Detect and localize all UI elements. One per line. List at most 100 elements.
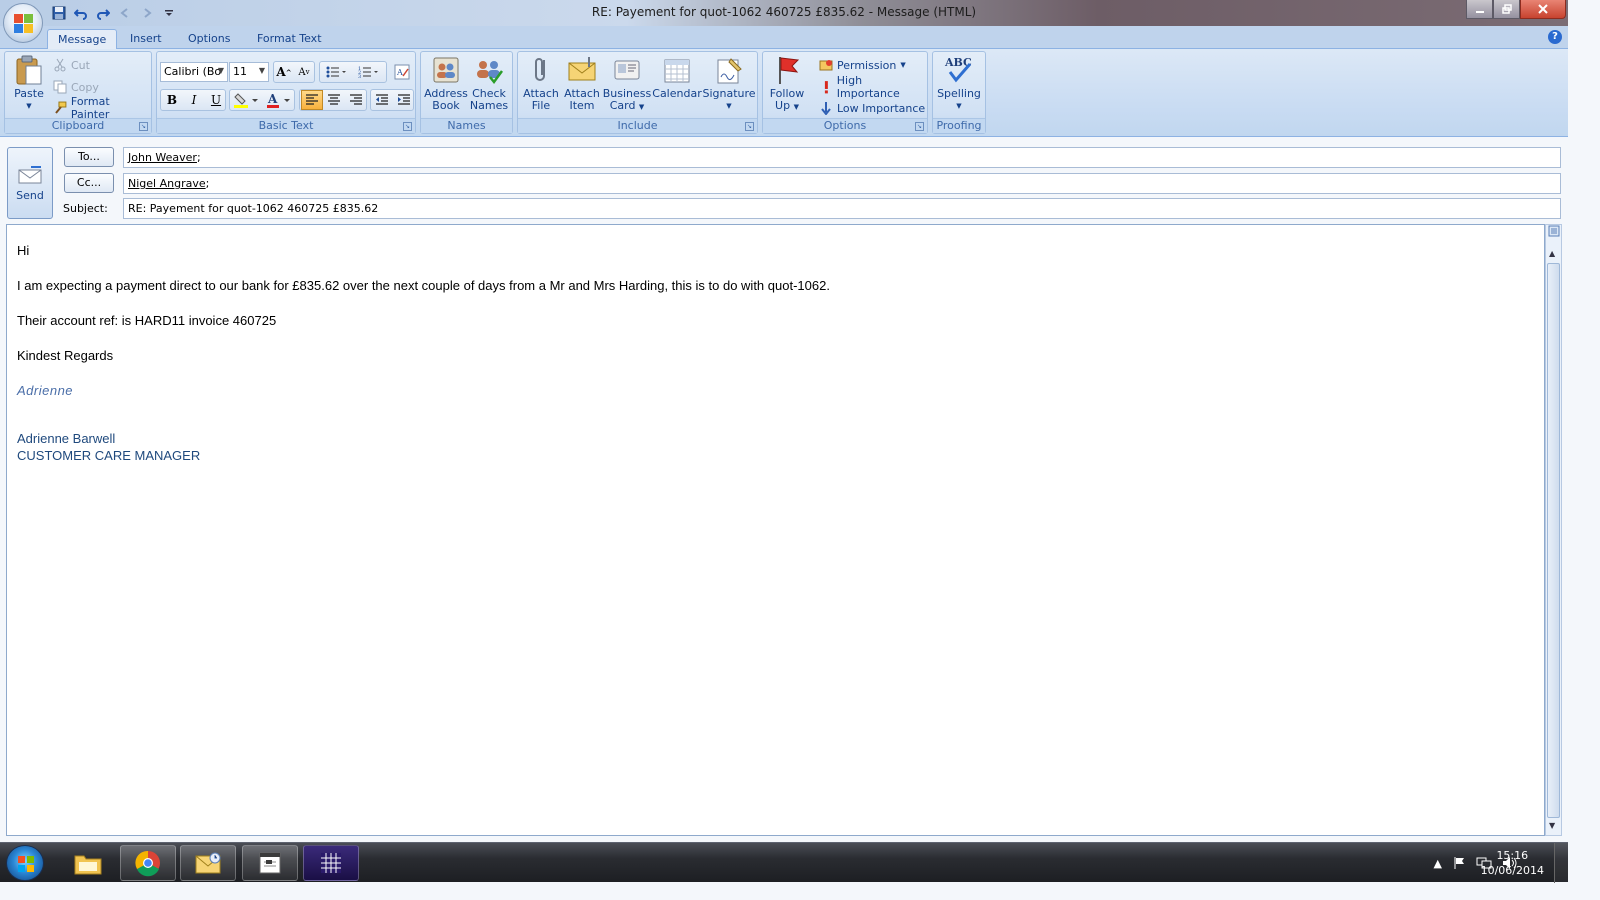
bullets-icon[interactable] — [322, 62, 352, 82]
folder-icon — [74, 855, 102, 875]
font-name-combo[interactable]: Calibri (Bo ▼ — [160, 62, 228, 82]
alignment-group — [299, 89, 367, 111]
group-options: Follow Up ▼ Permission ▼ High Importance… — [762, 51, 928, 134]
show-hidden-icons-icon[interactable]: ▲ — [1434, 857, 1442, 870]
svg-text:A: A — [267, 92, 278, 106]
attach-file-button[interactable]: Attach File — [520, 54, 562, 112]
scroll-up-icon[interactable]: ▲ — [1549, 249, 1555, 258]
ruler-icon[interactable] — [1548, 225, 1560, 239]
paste-button[interactable]: Paste ▼ — [9, 54, 49, 112]
shrink-font-icon[interactable]: Av — [294, 62, 314, 82]
signature-button[interactable]: Signature ▼ — [702, 54, 756, 112]
taskbar-calendar-app[interactable] — [242, 845, 298, 881]
subject-field[interactable]: RE: Payement for quot-1062 460725 £835.6… — [123, 198, 1561, 219]
tab-options[interactable]: Options — [178, 29, 240, 49]
help-icon[interactable]: ? — [1548, 30, 1562, 44]
close-button[interactable] — [1520, 0, 1566, 19]
action-center-flag-icon[interactable] — [1452, 856, 1466, 870]
business-card-button[interactable]: Business Card ▼ — [602, 54, 652, 113]
taskbar-outlook[interactable] — [180, 845, 236, 881]
cc-field[interactable]: Nigel Angrave; — [123, 173, 1561, 194]
attach-item-button[interactable]: Attach Item — [562, 54, 602, 112]
cc-button[interactable]: Cc... — [64, 173, 114, 193]
format-painter-button[interactable]: Format Painter — [53, 95, 151, 121]
font-size-combo[interactable]: 11 ▼ — [229, 62, 269, 82]
tab-format-text[interactable]: Format Text — [247, 29, 332, 49]
message-body[interactable]: Hi I am expecting a payment direct to ou… — [6, 224, 1545, 836]
tab-insert[interactable]: Insert — [120, 29, 172, 49]
scroll-thumb[interactable] — [1547, 263, 1560, 818]
calendar-icon — [661, 54, 693, 86]
start-button[interactable] — [6, 845, 44, 881]
group-basic-text: Calibri (Bo ▼ 11 ▼ A ^ Av 123 A B I U A … — [156, 51, 416, 134]
to-separator: ; — [196, 151, 201, 164]
permission-button[interactable]: Permission ▼ — [819, 56, 906, 74]
address-book-button[interactable]: Address Book — [424, 54, 468, 112]
align-left-icon[interactable] — [301, 90, 323, 110]
chevron-down-icon: ▼ — [258, 66, 265, 75]
to-recipient[interactable]: John Weaver — [128, 151, 197, 164]
align-center-icon[interactable] — [323, 90, 345, 110]
clock[interactable]: 15:16 10/06/2014 — [1481, 848, 1544, 878]
align-right-icon[interactable] — [345, 90, 367, 110]
copy-label: Copy — [71, 80, 99, 94]
spelling-check-icon: ABC — [943, 54, 975, 86]
scroll-down-icon[interactable]: ▼ — [1549, 821, 1555, 830]
cc-recipient[interactable]: Nigel Angrave — [128, 177, 206, 190]
calendar-button[interactable]: Calendar — [652, 54, 702, 100]
to-field[interactable]: John Weaver; — [123, 147, 1561, 168]
vertical-scrollbar[interactable]: ▲ ▼ — [1545, 224, 1562, 836]
follow-up-button[interactable]: Follow Up ▼ — [766, 54, 808, 113]
numbering-icon[interactable]: 123 — [354, 62, 384, 82]
clipboard-launcher-icon[interactable]: ↘ — [139, 122, 148, 131]
to-button[interactable]: To... — [64, 147, 114, 167]
body-line-2: Their account ref: is HARD11 invoice 460… — [17, 313, 277, 328]
business-card-label-2: Card ▼ — [609, 99, 645, 112]
show-desktop-button[interactable] — [1554, 843, 1568, 883]
restore-button[interactable] — [1493, 0, 1520, 19]
grow-shrink-group: A ^ Av — [273, 61, 315, 83]
increase-indent-icon[interactable] — [393, 90, 415, 110]
copy-button[interactable]: Copy — [53, 78, 99, 96]
outlook-icon — [195, 852, 221, 874]
cut-button[interactable]: Cut — [53, 56, 90, 74]
group-names: Address Book Check Names Names — [420, 51, 513, 134]
subject-label: Subject: — [63, 202, 108, 215]
clear-formatting-icon[interactable]: A — [391, 62, 413, 82]
send-button[interactable]: Send — [7, 147, 53, 219]
tab-message[interactable]: Message — [47, 29, 118, 49]
options-group-label: Options — [763, 118, 927, 133]
ribbon-tabs: Message Insert Options Format Text ? — [0, 26, 1568, 49]
include-launcher-icon[interactable]: ↘ — [745, 122, 754, 131]
office-button[interactable] — [3, 3, 43, 43]
calendar-label: Calendar — [652, 87, 702, 100]
bold-button[interactable]: B — [161, 90, 183, 110]
taskbar-explorer[interactable] — [60, 845, 116, 881]
flag-icon — [771, 54, 803, 86]
bold-italic-underline-group: B I U — [160, 89, 226, 111]
check-names-label-2: Names — [469, 99, 509, 112]
underline-button[interactable]: U — [205, 90, 227, 110]
font-color-icon[interactable]: A — [264, 90, 294, 110]
check-names-button[interactable]: Check Names — [468, 54, 510, 112]
taskbar-grid-app[interactable] — [303, 845, 359, 881]
scissors-icon — [54, 58, 66, 72]
spelling-button[interactable]: ABC Spelling ▼ — [935, 54, 983, 112]
attach-file-label-2: File — [531, 99, 551, 112]
follow-up-label-2: Up ▼ — [775, 99, 799, 112]
highlight-icon[interactable] — [232, 90, 262, 110]
title-bar: RE: Payement for quot-1062 460725 £835.6… — [0, 0, 1568, 26]
address-book-label-2: Book — [432, 99, 460, 112]
signature-name: Adrienne Barwell — [17, 431, 116, 446]
grow-font-icon[interactable]: A ^ — [274, 62, 294, 82]
minimize-button[interactable] — [1466, 0, 1493, 19]
font-name-value: Calibri (Bo — [164, 65, 222, 78]
options-launcher-icon[interactable]: ↘ — [915, 122, 924, 131]
high-importance-button[interactable]: High Importance — [819, 74, 927, 100]
decrease-indent-icon[interactable] — [371, 90, 393, 110]
spelling-label: Spelling — [937, 87, 981, 100]
basic-text-launcher-icon[interactable]: ↘ — [403, 122, 412, 131]
low-importance-button[interactable]: Low Importance — [819, 99, 925, 117]
taskbar-chrome[interactable] — [120, 845, 176, 881]
italic-button[interactable]: I — [183, 90, 205, 110]
